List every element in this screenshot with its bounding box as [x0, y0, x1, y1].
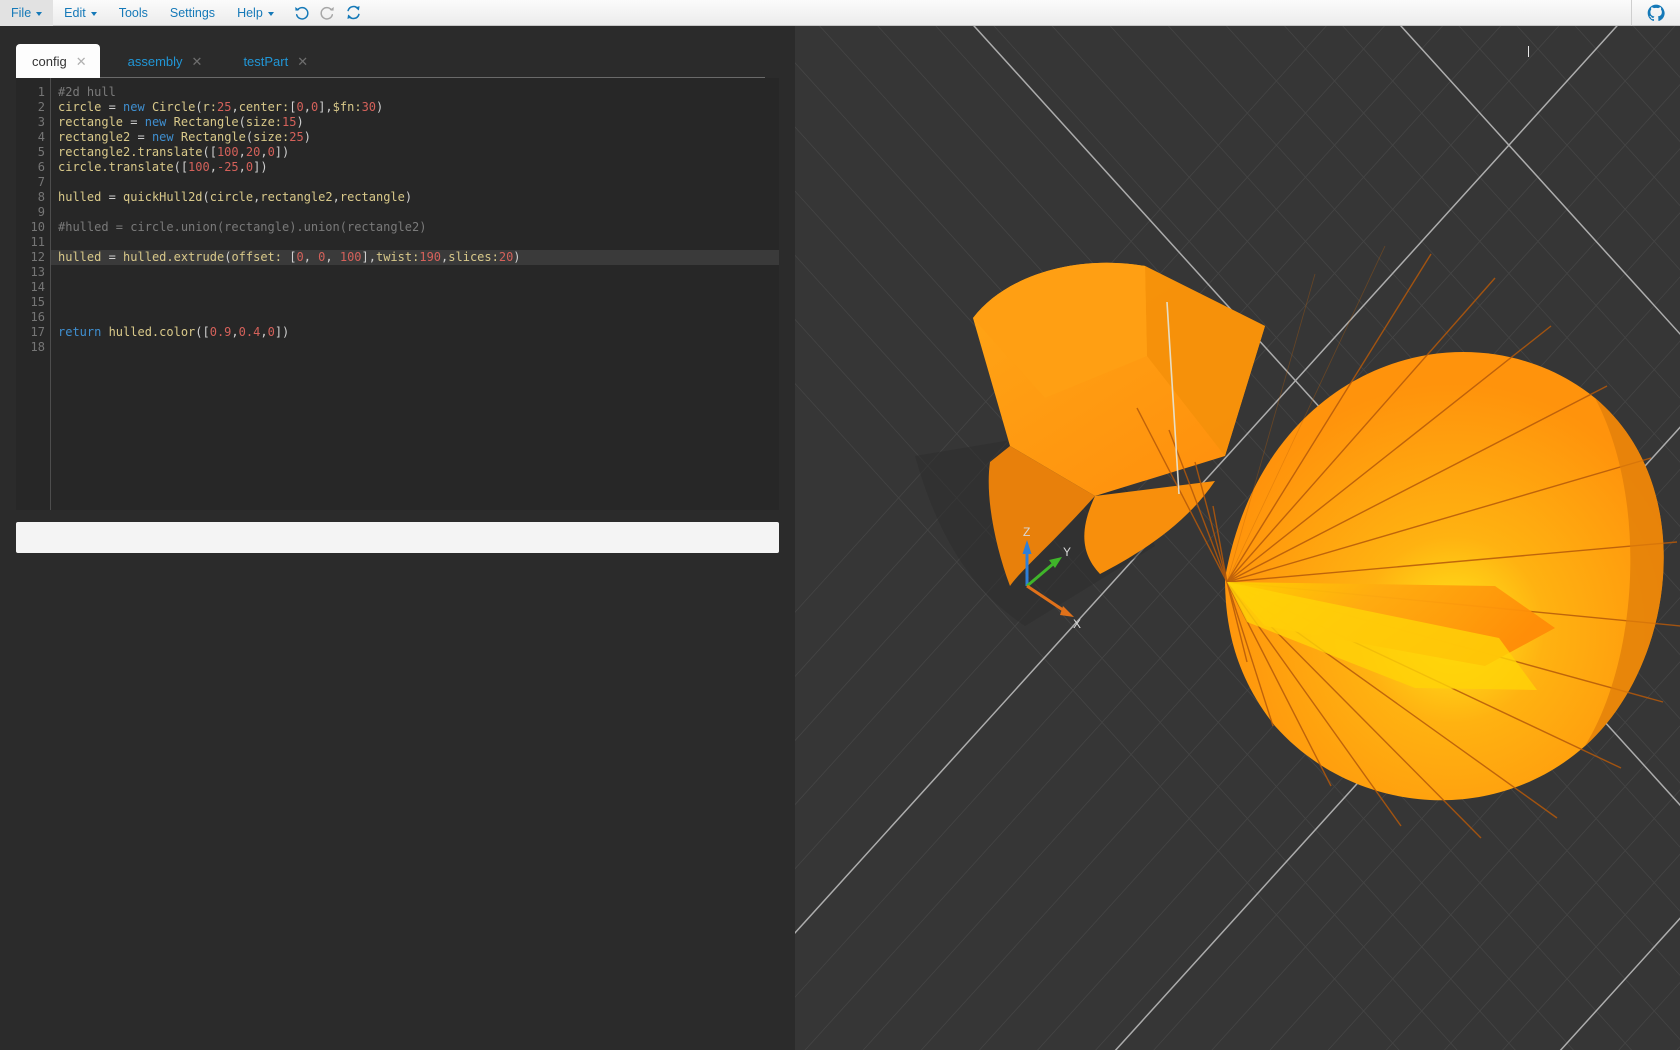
menu-help-label: Help [237, 5, 263, 20]
chevron-down-icon [267, 11, 274, 16]
code-line-4: rectangle2 = new Rectangle(size:25) [58, 130, 311, 144]
refresh-icon [347, 5, 360, 20]
line-number: 15 [30, 295, 45, 309]
line-number: 1 [37, 85, 45, 99]
redo-button[interactable] [315, 0, 341, 26]
chevron-down-icon [90, 11, 97, 16]
line-number: 13 [30, 265, 45, 279]
tab-testpart-label: testPart [243, 53, 289, 69]
close-icon[interactable]: ✕ [297, 55, 308, 68]
tab-assembly-label: assembly [127, 53, 183, 69]
code-line-1: #2d hull [51, 85, 779, 100]
tab-assembly[interactable]: assembly ✕ [112, 44, 216, 78]
3d-scene: Z Y X [795, 26, 1680, 1050]
console-output[interactable] [16, 522, 779, 553]
code-line-6: circle.translate([100,-25,0]) [58, 160, 268, 174]
close-icon[interactable]: ✕ [76, 55, 87, 68]
menu-edit[interactable]: Edit [53, 0, 108, 26]
menu-file-label: File [11, 5, 32, 20]
menu-settings-label: Settings [169, 5, 216, 20]
menu-bar: File Edit Tools Settings Help [0, 0, 1680, 26]
line-number: 12 [30, 250, 45, 264]
menu-settings[interactable]: Settings [159, 0, 226, 26]
line-number: 17 [30, 325, 45, 339]
line-number: 2 [37, 100, 45, 114]
github-button[interactable] [1632, 0, 1680, 26]
code-line-5: rectangle2.translate([100,20,0]) [58, 145, 290, 159]
line-number: 8 [37, 190, 45, 204]
line-number: 10 [30, 220, 45, 234]
line-number: 3 [37, 115, 45, 129]
code-text-area[interactable]: #2d hull circle = new Circle(r:25,center… [51, 78, 779, 510]
x-axis-label: X [1073, 617, 1081, 631]
line-number: 11 [30, 235, 45, 249]
line-number: 5 [37, 145, 45, 159]
code-line-12: hulled = hulled.extrude(offset: [0, 0, 1… [51, 250, 779, 265]
menu-tools[interactable]: Tools [108, 0, 159, 26]
z-axis-label: Z [1023, 525, 1030, 539]
line-number: 4 [37, 130, 45, 144]
application-window: File Edit Tools Settings Help config ✕ a… [0, 0, 1680, 1050]
line-number: 6 [37, 160, 45, 174]
close-icon[interactable]: ✕ [192, 55, 203, 68]
refresh-button[interactable] [341, 0, 367, 26]
undo-icon [295, 6, 309, 20]
code-line-10: #hulled = circle.union(rectangle).union(… [51, 220, 779, 235]
main-split: config ✕ assembly ✕ testPart ✕ 1 2 3 4 5… [0, 26, 1680, 1050]
redo-icon [320, 6, 335, 20]
menu-tools-label: Tools [118, 5, 148, 20]
3d-viewport[interactable]: Z Y X [795, 26, 1680, 1050]
tab-bar: config ✕ assembly ✕ testPart ✕ [0, 26, 795, 78]
menu-bar-right [1631, 0, 1680, 26]
undo-button[interactable] [289, 0, 315, 26]
y-axis-label: Y [1063, 545, 1071, 559]
code-token: #2d hull [58, 85, 116, 99]
code-line-3: rectangle = new Rectangle(size:15) [58, 115, 304, 129]
code-token: #hulled = circle.union(rectangle).union(… [58, 220, 427, 234]
line-number: 14 [30, 280, 45, 294]
line-number: 18 [30, 340, 45, 354]
code-editor[interactable]: 1 2 3 4 5 6 7 8 9 10 11 12 13 14 15 16 1 [16, 78, 779, 510]
editor-pane: config ✕ assembly ✕ testPart ✕ 1 2 3 4 5… [0, 26, 795, 1050]
tab-config-label: config [32, 53, 67, 69]
menu-help[interactable]: Help [226, 0, 285, 26]
line-number: 9 [37, 205, 45, 219]
tab-testpart[interactable]: testPart ✕ [227, 44, 321, 78]
line-number: 16 [30, 310, 45, 324]
mouse-cursor-marker [1528, 46, 1529, 57]
github-icon [1647, 4, 1665, 21]
code-line-2: circle = new Circle(r:25,center:[0,0],$f… [58, 100, 384, 114]
code-line-8: hulled = quickHull2d(circle,rectangle2,r… [58, 190, 413, 204]
menu-file[interactable]: File [0, 0, 54, 26]
code-line-17: return hulled.color([0.9,0.4,0]) [58, 325, 290, 339]
tab-config[interactable]: config ✕ [16, 44, 100, 78]
chevron-down-icon [36, 11, 43, 16]
line-number: 7 [37, 175, 45, 189]
menu-edit-label: Edit [64, 5, 86, 20]
line-number-gutter: 1 2 3 4 5 6 7 8 9 10 11 12 13 14 15 16 1 [16, 78, 51, 510]
